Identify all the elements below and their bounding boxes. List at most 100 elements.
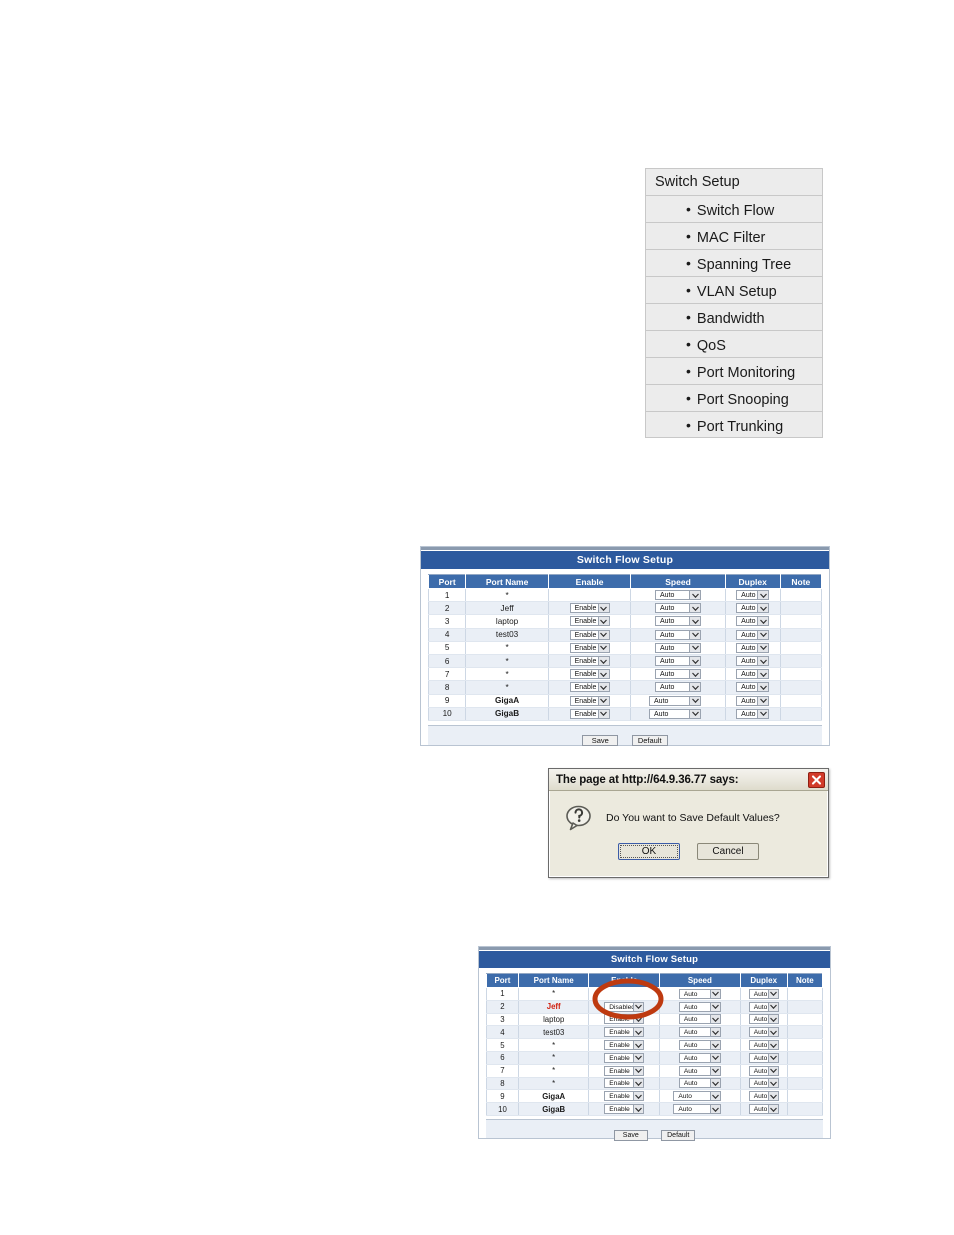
speed-dropdown-port-7[interactable]: Auto xyxy=(655,669,702,680)
table-row: 3 laptop Enable Auto Auto xyxy=(486,1013,824,1027)
enable-dropdown-port-10[interactable]: Enable xyxy=(569,708,610,719)
menu-item-label: Port Snooping xyxy=(696,392,789,408)
speed-dropdown-port-8[interactable]: Auto xyxy=(655,682,702,693)
duplex-dropdown-port-6[interactable]: Auto xyxy=(736,656,770,667)
save-button[interactable]: Save xyxy=(582,734,619,746)
duplex-dropdown-port-8[interactable]: Auto xyxy=(736,682,770,693)
cell-port-name: GigaA xyxy=(465,694,549,708)
cell-port: 2 xyxy=(486,1000,519,1014)
chevron-down-icon xyxy=(633,1066,644,1075)
duplex-dropdown-port-7[interactable]: Auto xyxy=(748,1065,779,1076)
menu-item-port-trunking[interactable]: • Port Trunking xyxy=(645,411,823,438)
enable-dropdown-port-3[interactable]: Enable xyxy=(604,1014,645,1025)
dialog-cancel-button[interactable]: Cancel xyxy=(697,843,759,860)
enable-dropdown-port-7[interactable]: Enable xyxy=(604,1065,645,1076)
enable-dropdown-port-3[interactable]: Enable xyxy=(569,616,610,627)
cell-note xyxy=(786,1077,824,1091)
duplex-dropdown-port-4[interactable]: Auto xyxy=(748,1027,779,1038)
menu-item-label: MAC Filter xyxy=(696,230,766,246)
duplex-dropdown-port-6[interactable]: Auto xyxy=(748,1052,779,1063)
save-button[interactable]: Save xyxy=(613,1129,648,1141)
cell-port: 5 xyxy=(427,641,467,655)
enable-dropdown-port-6[interactable]: Enable xyxy=(604,1052,645,1063)
enable-dropdown-port-9[interactable]: Enable xyxy=(604,1091,645,1102)
duplex-dropdown-port-2[interactable]: Auto xyxy=(748,1001,779,1012)
question-bubble-icon xyxy=(564,804,594,832)
duplex-dropdown-port-4[interactable]: Auto xyxy=(736,629,770,640)
enable-dropdown-port-4[interactable]: Enable xyxy=(604,1027,645,1038)
speed-dropdown-port-10[interactable]: Auto xyxy=(649,708,702,719)
enable-dropdown-port-10[interactable]: Enable xyxy=(604,1104,645,1115)
chevron-down-icon xyxy=(757,657,769,666)
speed-dropdown-port-8[interactable]: Auto xyxy=(678,1078,721,1089)
menu-item-mac-filter[interactable]: • MAC Filter xyxy=(645,222,823,249)
enable-dropdown-port-5[interactable]: Enable xyxy=(569,642,610,653)
duplex-dropdown-port-8[interactable]: Auto xyxy=(748,1078,779,1089)
chevron-down-icon xyxy=(689,591,701,600)
speed-dropdown-port-4[interactable]: Auto xyxy=(655,629,702,640)
chevron-down-icon xyxy=(597,617,609,626)
speed-dropdown-port-9[interactable]: Auto xyxy=(673,1091,722,1102)
enable-dropdown-port-8[interactable]: Enable xyxy=(569,682,610,693)
chevron-down-icon xyxy=(757,604,769,613)
speed-dropdown-port-1[interactable]: Auto xyxy=(678,988,721,999)
enable-dropdown-port-5[interactable]: Enable xyxy=(604,1040,645,1051)
duplex-dropdown-port-9[interactable]: Auto xyxy=(736,695,770,706)
speed-dropdown-port-9[interactable]: Auto xyxy=(649,695,702,706)
speed-dropdown-port-2[interactable]: Auto xyxy=(655,603,702,614)
enable-dropdown-port-2[interactable]: Disabled xyxy=(604,1001,645,1012)
menu-item-vlan-setup[interactable]: • VLAN Setup xyxy=(645,276,823,303)
bullet-icon: • xyxy=(686,228,691,244)
speed-dropdown-port-3[interactable]: Auto xyxy=(678,1014,721,1025)
duplex-dropdown-port-10[interactable]: Auto xyxy=(736,708,770,719)
default-button[interactable]: Default xyxy=(661,1129,696,1141)
speed-dropdown-port-6[interactable]: Auto xyxy=(678,1052,721,1063)
menu-item-port-snooping[interactable]: • Port Snooping xyxy=(645,384,823,411)
cell-enable: Enable xyxy=(547,614,632,629)
cell-port-name: * xyxy=(517,1038,590,1052)
menu-item-qos[interactable]: • QoS xyxy=(645,330,823,357)
chevron-down-icon xyxy=(689,643,701,652)
cell-enable: Enable xyxy=(588,1102,661,1116)
enable-dropdown-port-4[interactable]: Enable xyxy=(569,629,610,640)
cell-enable: Enable xyxy=(588,1025,661,1040)
duplex-dropdown-port-3[interactable]: Auto xyxy=(736,616,770,627)
bullet-icon: • xyxy=(686,282,691,298)
menu-item-port-monitoring[interactable]: • Port Monitoring xyxy=(645,357,823,384)
enable-dropdown-port-6[interactable]: Enable xyxy=(569,656,610,667)
duplex-dropdown-port-5[interactable]: Auto xyxy=(748,1040,779,1051)
menu-item-spanning-tree[interactable]: • Spanning Tree xyxy=(645,249,823,276)
cell-note xyxy=(779,588,823,603)
speed-dropdown-port-7[interactable]: Auto xyxy=(678,1065,721,1076)
chevron-down-icon xyxy=(757,696,769,705)
cell-enable: Enable xyxy=(547,628,632,642)
speed-dropdown-port-4[interactable]: Auto xyxy=(678,1027,721,1038)
speed-dropdown-port-1[interactable]: Auto xyxy=(655,590,702,601)
duplex-dropdown-port-9[interactable]: Auto xyxy=(748,1091,779,1102)
speed-dropdown-port-6[interactable]: Auto xyxy=(655,656,702,667)
table-row: 5 * Enable Auto Auto xyxy=(486,1038,824,1052)
duplex-dropdown-port-10[interactable]: Auto xyxy=(748,1104,779,1115)
menu-item-switch-flow[interactable]: • Switch Flow xyxy=(645,195,823,222)
default-button[interactable]: Default xyxy=(631,734,668,746)
dialog-ok-button[interactable]: OK xyxy=(618,843,680,860)
close-icon[interactable] xyxy=(808,771,825,788)
menu-item-bandwidth[interactable]: • Bandwidth xyxy=(645,303,823,330)
duplex-dropdown-port-5[interactable]: Auto xyxy=(736,642,770,653)
speed-dropdown-port-5[interactable]: Auto xyxy=(655,642,702,653)
duplex-dropdown-port-3[interactable]: Auto xyxy=(748,1014,779,1025)
enable-dropdown-port-9[interactable]: Enable xyxy=(569,695,610,706)
enable-dropdown-port-8[interactable]: Enable xyxy=(604,1078,645,1089)
enable-dropdown-port-2[interactable]: Enable xyxy=(569,603,610,614)
enable-dropdown-port-7[interactable]: Enable xyxy=(569,669,610,680)
cell-port: 7 xyxy=(427,667,467,682)
chevron-down-icon xyxy=(689,709,701,718)
speed-dropdown-port-3[interactable]: Auto xyxy=(655,616,702,627)
speed-dropdown-port-10[interactable]: Auto xyxy=(673,1104,722,1115)
duplex-dropdown-port-7[interactable]: Auto xyxy=(736,669,770,680)
speed-dropdown-port-2[interactable]: Auto xyxy=(678,1001,721,1012)
duplex-dropdown-port-1[interactable]: Auto xyxy=(748,988,779,999)
speed-dropdown-port-5[interactable]: Auto xyxy=(678,1040,721,1051)
duplex-dropdown-port-2[interactable]: Auto xyxy=(736,603,770,614)
duplex-dropdown-port-1[interactable]: Auto xyxy=(736,590,770,601)
